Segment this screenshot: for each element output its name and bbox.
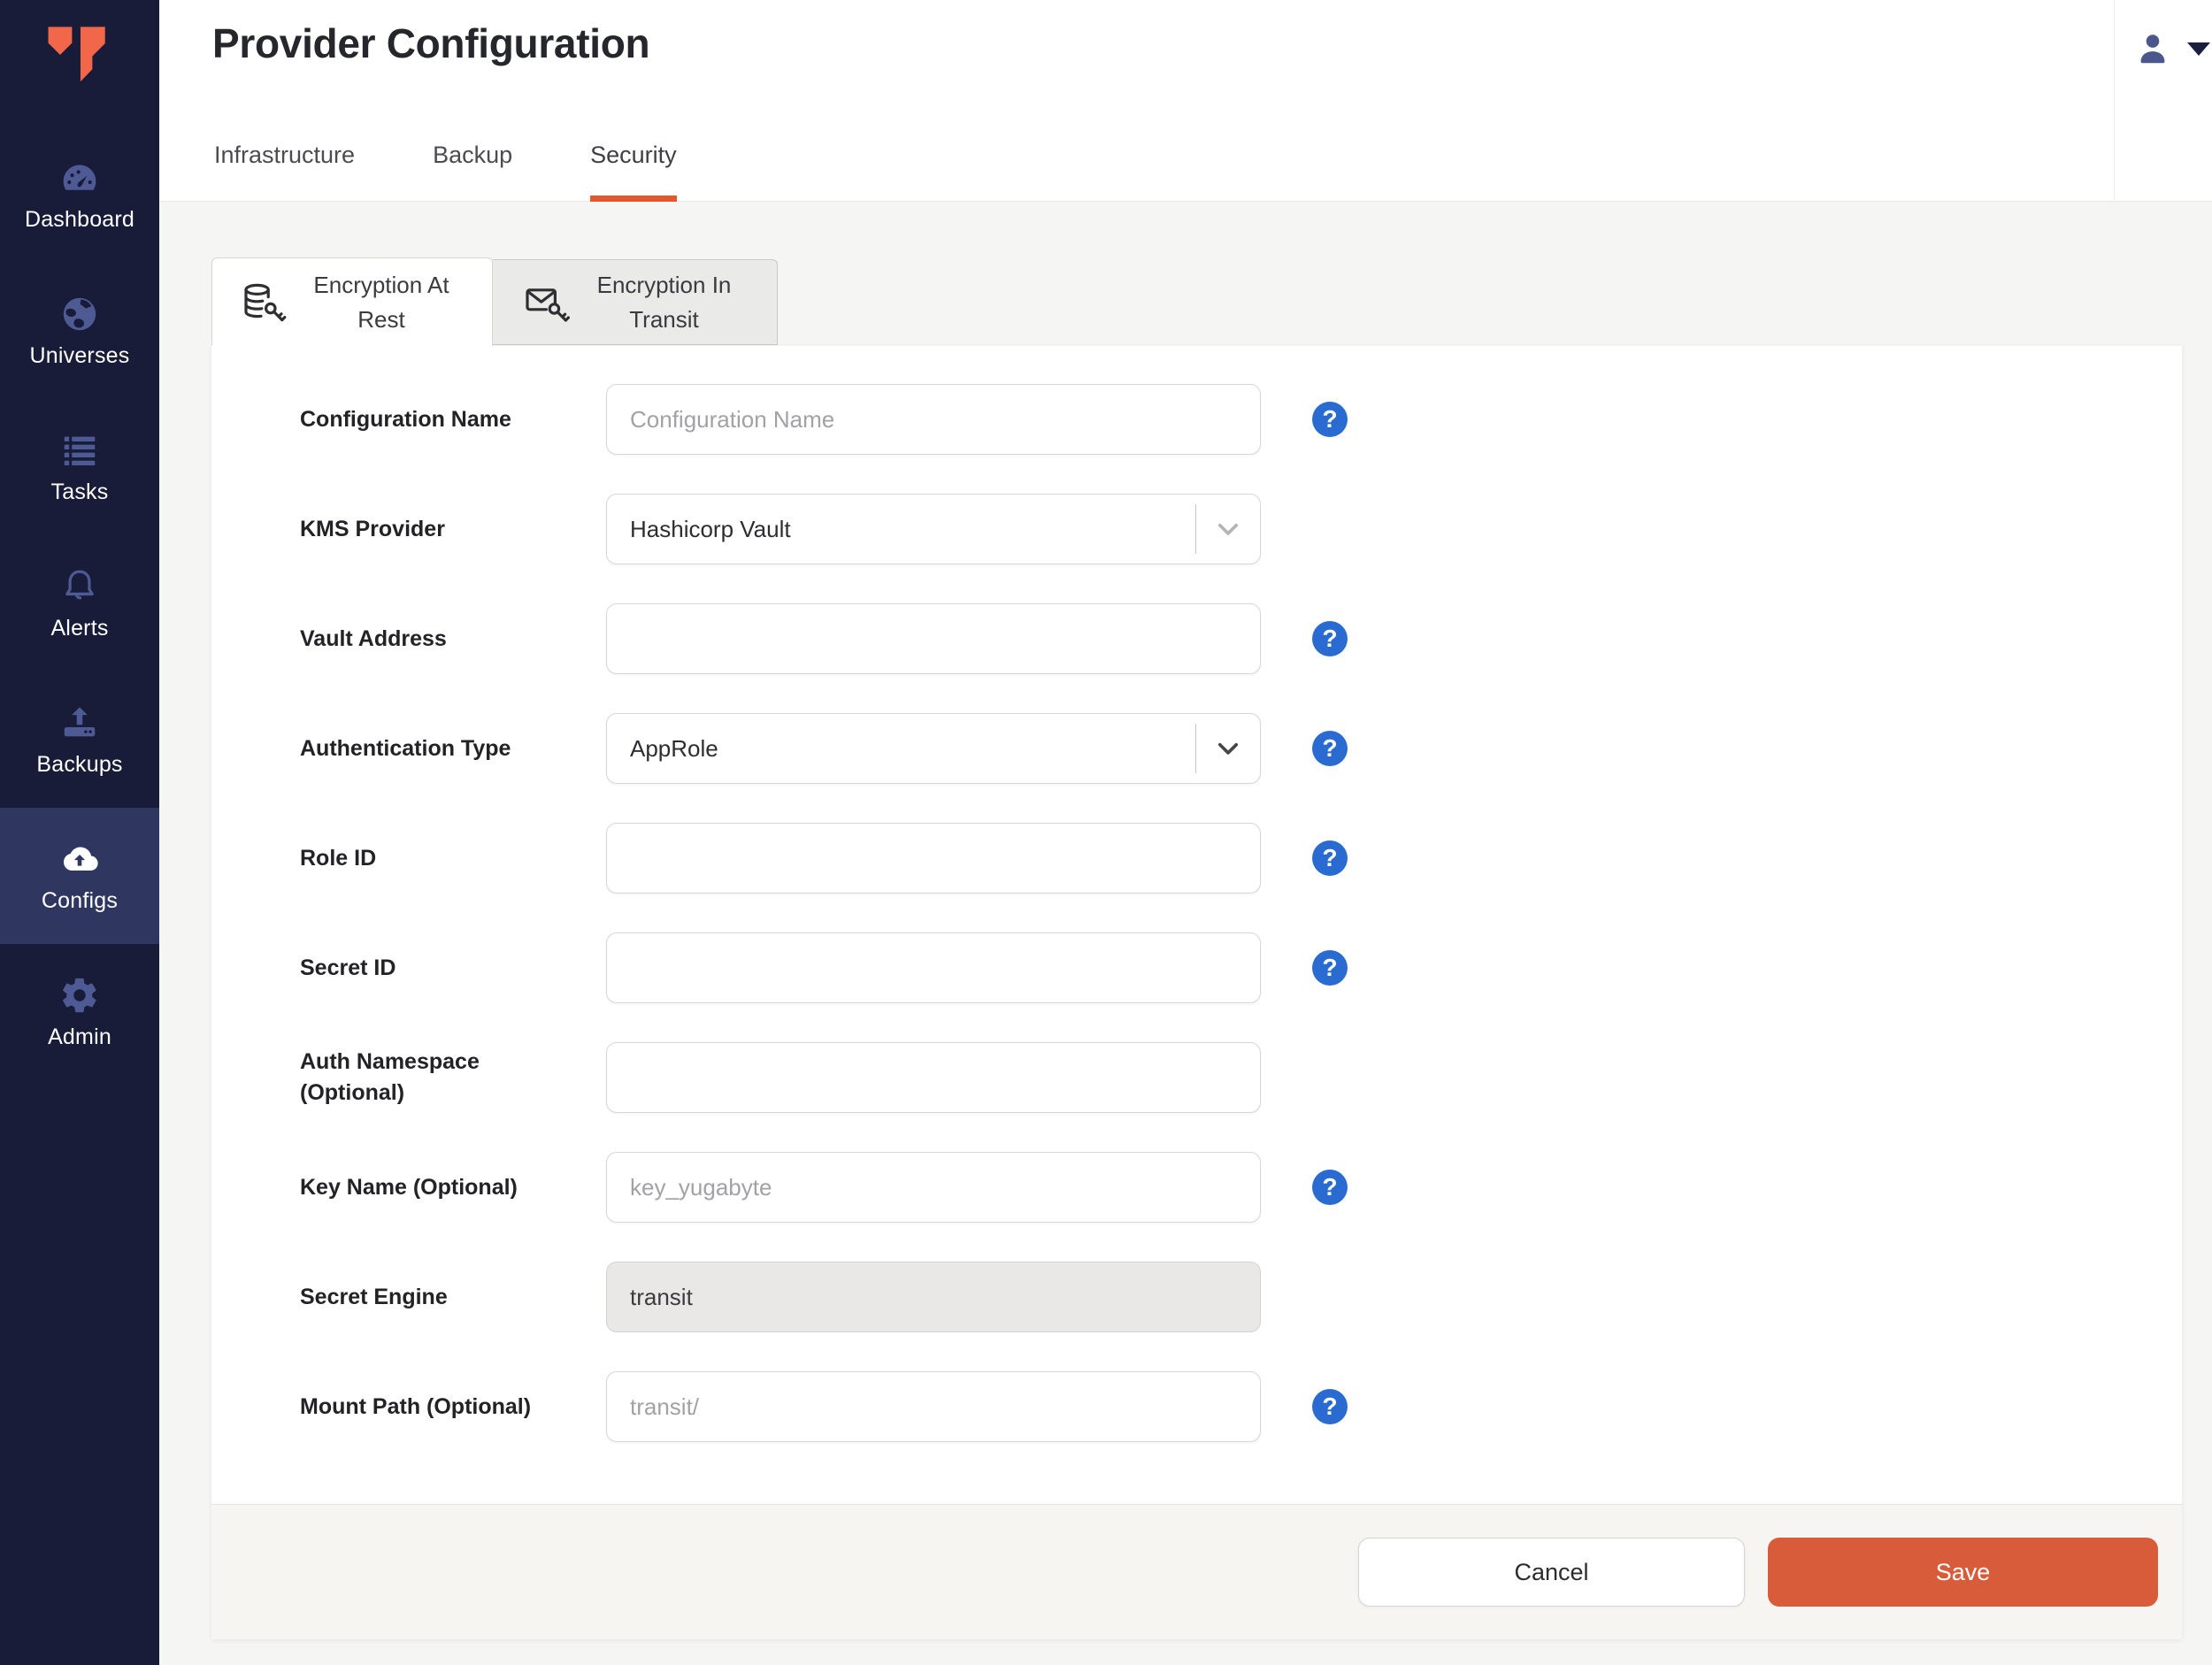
key-name-label: Key Name (Optional) xyxy=(300,1174,518,1200)
authentication-type-value: AppRole xyxy=(630,734,718,762)
form-row: Key Name (Optional) ? xyxy=(300,1152,2182,1223)
configuration-name-input[interactable] xyxy=(606,384,1261,455)
auth-namespace-label: Auth Namespace (Optional) xyxy=(300,1049,480,1105)
form-row: Vault Address ? xyxy=(300,603,2182,674)
sidebar-item-label: Universes xyxy=(29,342,130,368)
vault-address-label: Vault Address xyxy=(300,625,447,651)
form-row: Authentication Type AppRole ? xyxy=(300,713,2182,784)
sidebar-item-admin[interactable]: Admin xyxy=(0,944,159,1080)
form-row: Secret ID ? xyxy=(300,932,2182,1003)
auth-namespace-input[interactable] xyxy=(606,1042,1261,1113)
form-row: Auth Namespace (Optional) xyxy=(300,1042,2182,1113)
help-icon[interactable]: ? xyxy=(1312,1389,1348,1424)
kms-provider-select[interactable]: Hashicorp Vault xyxy=(606,494,1261,564)
chevron-down-icon xyxy=(1196,514,1260,544)
secret-engine-input xyxy=(606,1262,1261,1332)
kms-provider-value: Hashicorp Vault xyxy=(630,515,791,542)
page-title: Provider Configuration xyxy=(212,20,650,66)
sidebar-item-label: Configs xyxy=(41,887,119,913)
mount-path-label: Mount Path (Optional) xyxy=(300,1393,532,1419)
vault-address-input[interactable] xyxy=(606,603,1261,674)
sidebar-item-tasks[interactable]: Tasks xyxy=(0,399,159,535)
kms-config-card: Configuration Name ? KMS Provider Hashic… xyxy=(211,346,2182,1639)
authentication-type-label: Authentication Type xyxy=(300,735,511,761)
backup-upload-icon xyxy=(59,702,100,743)
form-row: Configuration Name ? xyxy=(300,384,2182,455)
sidebar-item-alerts[interactable]: Alerts xyxy=(0,535,159,671)
sidebar-item-dashboard[interactable]: Dashboard xyxy=(0,127,159,263)
user-menu[interactable] xyxy=(2132,28,2210,69)
tab-encryption-at-rest[interactable]: Encryption At Rest xyxy=(211,257,493,346)
user-avatar-icon xyxy=(2132,28,2173,69)
sidebar-item-universes[interactable]: Universes xyxy=(0,263,159,399)
envelope-key-icon xyxy=(524,281,572,324)
help-icon[interactable]: ? xyxy=(1312,731,1348,766)
secret-id-input[interactable] xyxy=(606,932,1261,1003)
chevron-down-icon xyxy=(1196,733,1260,763)
save-button[interactable]: Save xyxy=(1768,1538,2158,1607)
secret-id-label: Secret ID xyxy=(300,955,396,980)
role-id-input[interactable] xyxy=(606,823,1261,894)
gauge-icon xyxy=(59,157,100,198)
sidebar-nav: Dashboard Universes Tasks Alerts Backups… xyxy=(0,127,159,1080)
kms-provider-label: KMS Provider xyxy=(300,516,445,541)
help-icon[interactable]: ? xyxy=(1312,840,1348,876)
role-id-label: Role ID xyxy=(300,845,377,871)
mount-path-input[interactable] xyxy=(606,1371,1261,1442)
sidebar-item-label: Dashboard xyxy=(24,206,135,232)
chevron-down-icon xyxy=(2187,42,2210,56)
help-icon[interactable]: ? xyxy=(1312,402,1348,437)
sidebar-item-label: Backups xyxy=(36,751,123,777)
form-row: KMS Provider Hashicorp Vault xyxy=(300,494,2182,564)
form-row: Role ID ? xyxy=(300,823,2182,894)
form-row: Secret Engine xyxy=(300,1262,2182,1332)
configuration-name-label: Configuration Name xyxy=(300,406,511,432)
globe-icon xyxy=(59,294,100,334)
sidebar-item-configs[interactable]: Configs xyxy=(0,808,159,944)
main-content: Encryption At Rest Encryption In Transit… xyxy=(159,202,2212,1639)
database-key-icon xyxy=(241,281,288,324)
gear-icon xyxy=(59,975,100,1016)
help-icon[interactable]: ? xyxy=(1312,1170,1348,1205)
help-icon[interactable]: ? xyxy=(1312,950,1348,986)
secret-engine-label: Secret Engine xyxy=(300,1284,448,1309)
kms-config-form: Configuration Name ? KMS Provider Hashic… xyxy=(211,346,2182,1504)
sidebar-item-label: Alerts xyxy=(50,615,109,641)
subtab-label: Encryption In Transit xyxy=(596,271,732,333)
key-name-input[interactable] xyxy=(606,1152,1261,1223)
page-header: Provider Configuration Infrastructure Ba… xyxy=(159,0,2212,202)
form-row: Mount Path (Optional) ? xyxy=(300,1371,2182,1442)
sidebar-item-backups[interactable]: Backups xyxy=(0,671,159,808)
header-divider xyxy=(2114,0,2115,202)
authentication-type-select[interactable]: AppRole xyxy=(606,713,1261,784)
tab-encryption-in-transit[interactable]: Encryption In Transit xyxy=(493,259,778,345)
yugabyte-logo-icon[interactable] xyxy=(39,14,120,96)
subtab-label: Encryption At Rest xyxy=(313,271,449,333)
sidebar-item-label: Tasks xyxy=(50,479,109,504)
cloud-upload-icon xyxy=(59,839,100,879)
sidebar-item-label: Admin xyxy=(48,1024,111,1049)
sidebar: Dashboard Universes Tasks Alerts Backups… xyxy=(0,0,159,1665)
task-list-icon xyxy=(59,430,100,471)
help-icon[interactable]: ? xyxy=(1312,621,1348,656)
tab-backup[interactable]: Backup xyxy=(433,142,512,202)
tab-infrastructure[interactable]: Infrastructure xyxy=(214,142,355,202)
form-footer: Cancel Save xyxy=(211,1504,2182,1639)
security-subtabs: Encryption At Rest Encryption In Transit xyxy=(211,257,2212,346)
bell-icon xyxy=(59,566,100,607)
main-tabs: Infrastructure Backup Security xyxy=(214,142,755,202)
cancel-button[interactable]: Cancel xyxy=(1358,1538,1745,1607)
tab-security[interactable]: Security xyxy=(590,142,677,202)
